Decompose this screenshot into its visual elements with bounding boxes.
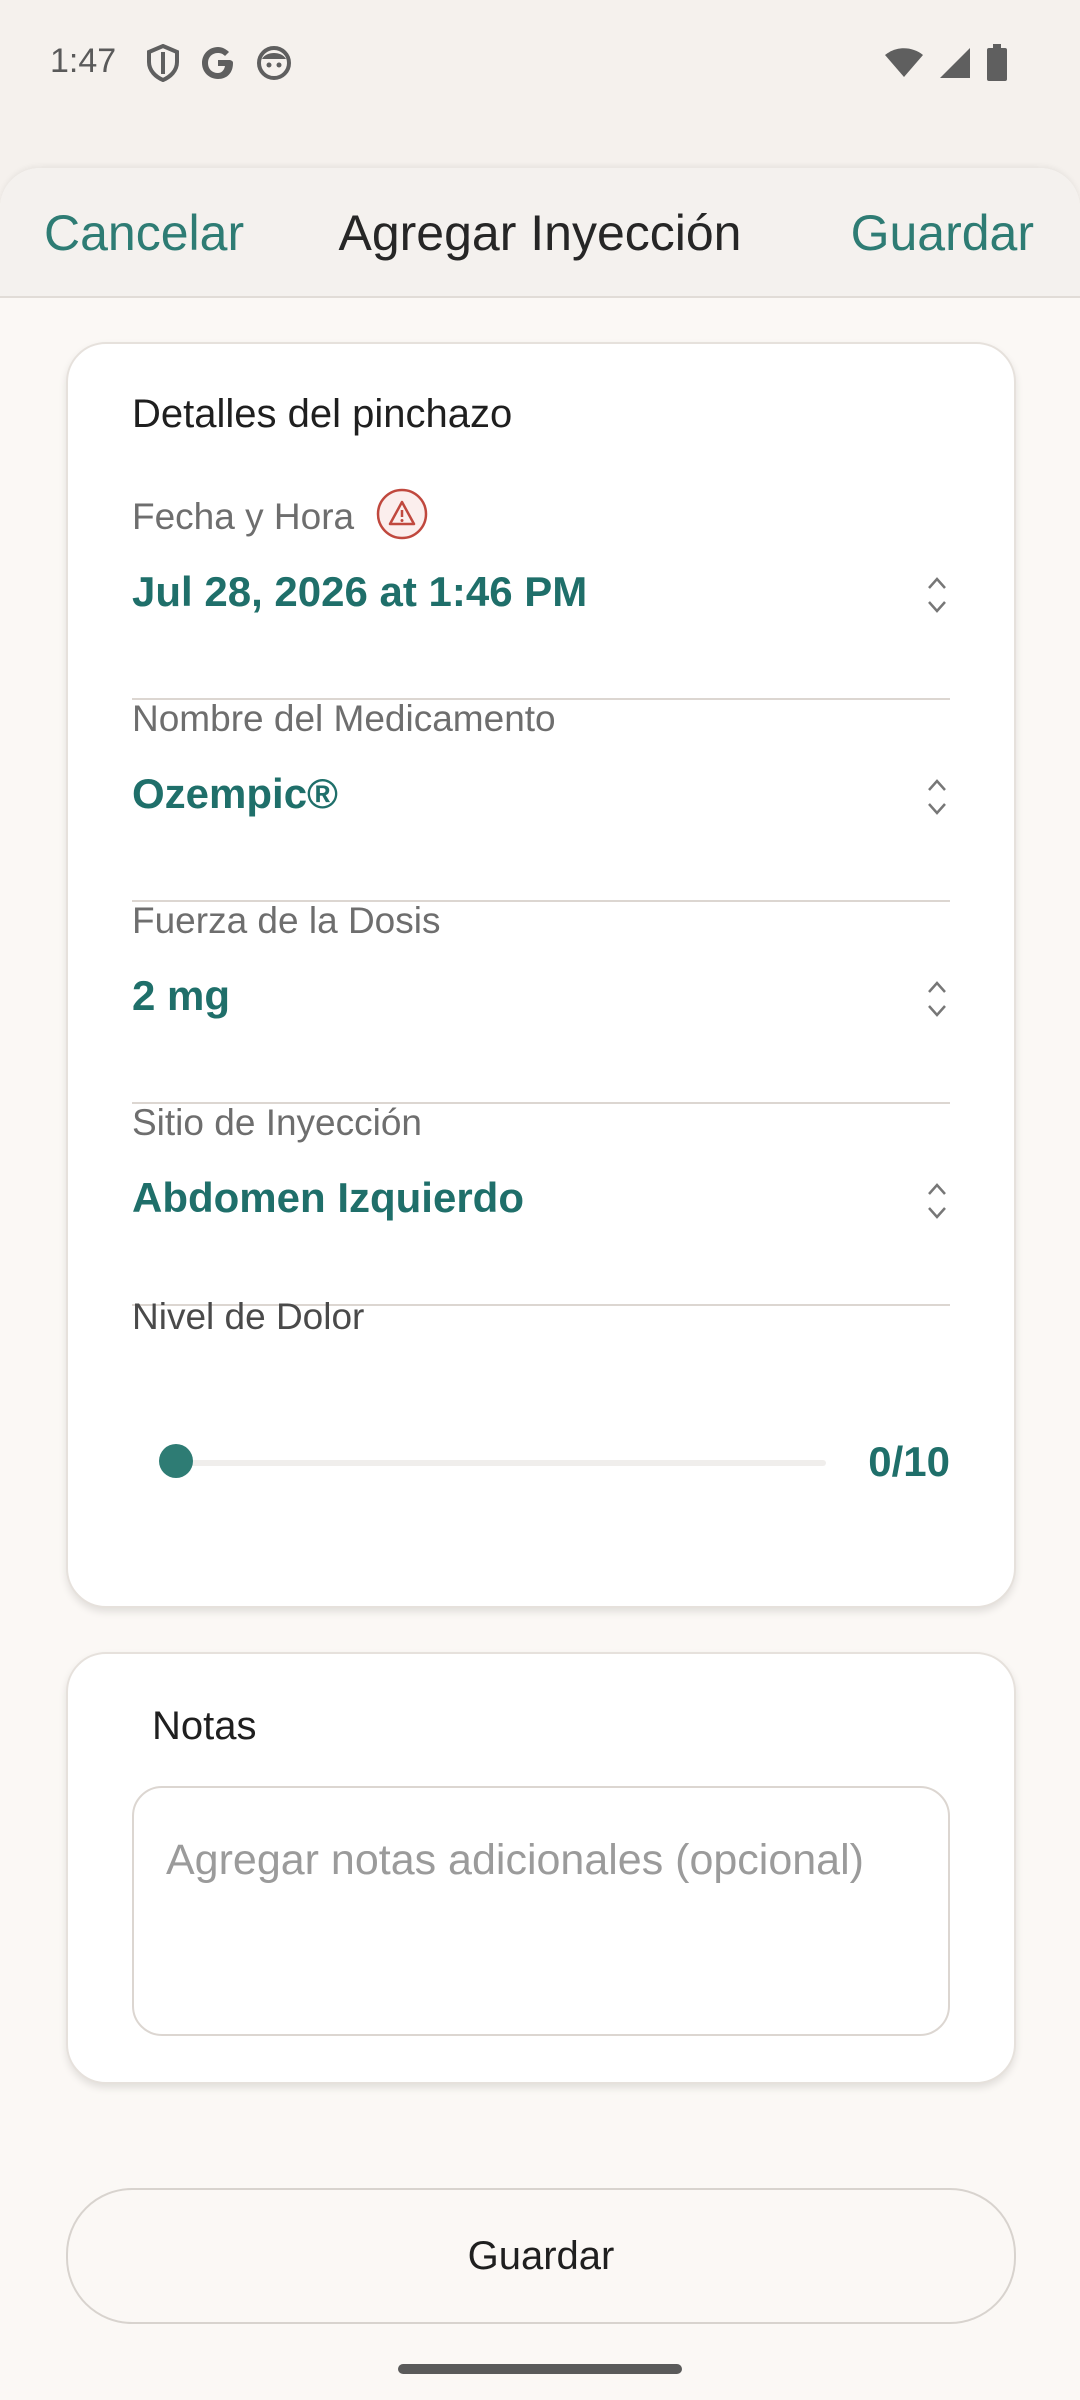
pain-slider-track[interactable] (176, 1460, 826, 1466)
home-indicator[interactable] (398, 2364, 682, 2374)
save-button[interactable]: Guardar (66, 2188, 1016, 2324)
face-icon (256, 45, 292, 86)
date-time-label: Fecha y Hora (132, 496, 355, 537)
date-time-field[interactable]: Fecha y Hora Jul 28, 2026 at 1:46 PM (132, 488, 950, 700)
shield-icon (146, 43, 180, 87)
pain-level-value: 0/10 (868, 1438, 950, 1485)
injection-details-card: Detalles del pinchazo Fecha y Hora Jul 2… (66, 342, 1016, 1608)
notes-title: Notas (152, 1704, 257, 1748)
chevron-up-down-icon (924, 572, 950, 618)
details-title: Detalles del pinchazo (132, 392, 513, 436)
dose-field[interactable]: Fuerza de la Dosis 2 mg (132, 900, 950, 1104)
notes-placeholder: Agregar notas adicionales (opcional) (166, 1836, 864, 1884)
pain-level-label: Nivel de Dolor (132, 1296, 365, 1337)
warning-icon[interactable] (376, 488, 428, 540)
dose-label: Fuerza de la Dosis (132, 900, 441, 941)
sheet-header: Cancelar Agregar Inyección Guardar (0, 168, 1080, 298)
date-time-value: Jul 28, 2026 at 1:46 PM (132, 568, 588, 615)
signal-icon (938, 46, 972, 85)
header-save-button[interactable]: Guardar (851, 204, 1034, 262)
notes-card: Notas Agregar notas adicionales (opciona… (66, 1652, 1016, 2084)
chevron-up-down-icon (924, 774, 950, 820)
battery-icon (986, 44, 1008, 87)
wifi-icon (884, 47, 924, 84)
chevron-up-down-icon (924, 976, 950, 1022)
status-bar: 1:47 (0, 0, 1080, 130)
injection-site-label: Sitio de Inyección (132, 1102, 423, 1143)
dose-value: 2 mg (132, 972, 231, 1019)
injection-site-value: Abdomen Izquierdo (132, 1174, 524, 1221)
medication-value: Ozempic® (132, 770, 339, 817)
notes-input[interactable]: Agregar notas adicionales (opcional) (132, 1786, 950, 2036)
google-icon (200, 45, 236, 86)
chevron-up-down-icon (924, 1178, 950, 1224)
pain-slider-thumb[interactable] (159, 1444, 193, 1478)
medication-label: Nombre del Medicamento (132, 698, 556, 739)
status-time: 1:47 (50, 42, 117, 80)
injection-site-field[interactable]: Sitio de Inyección Abdomen Izquierdo (132, 1102, 950, 1306)
medication-field[interactable]: Nombre del Medicamento Ozempic® (132, 698, 950, 902)
